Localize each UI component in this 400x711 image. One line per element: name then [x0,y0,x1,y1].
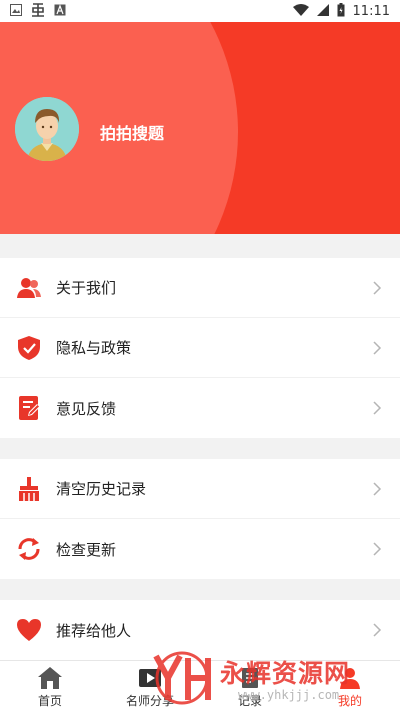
battery-icon [337,2,345,20]
text-icon [54,3,66,19]
chevron-right-icon [372,622,382,638]
watermark-logo-icon [153,651,211,705]
wifi-icon [292,3,309,19]
username: 拍拍搜题 [100,126,165,143]
broom-icon [16,476,42,502]
menu-item-about-us[interactable]: 关于我们 [0,258,400,318]
chevron-right-icon [372,481,382,497]
watermark-overlay: 永辉资源网 www.yhkjjj.com [150,650,400,708]
menu-item-label: 推荐给他人 [56,622,132,640]
notification-app-icon [30,2,46,20]
edit-note-icon [16,395,42,421]
menu-item-label: 清空历史记录 [56,481,147,498]
heart-icon [16,617,42,643]
shield-check-icon [16,335,42,361]
chevron-right-icon [372,340,382,356]
home-icon [37,666,63,690]
menu-item-feedback[interactable]: 意见反馈 [0,378,400,438]
signal-icon [316,3,329,19]
users-icon [16,275,42,301]
chevron-right-icon [372,280,382,296]
tab-label: 首页 [37,694,62,708]
menu-group-maintenance: 清空历史记录 检查更新 [0,459,400,579]
menu-item-label: 意见反馈 [56,400,117,418]
image-icon [10,3,22,19]
chevron-right-icon [372,541,382,557]
menu-item-clear-history[interactable]: 清空历史记录 [0,459,400,519]
watermark-text: 永辉资源网 [220,659,351,688]
tab-home[interactable]: 首页 [0,661,100,711]
refresh-icon [16,536,42,562]
menu-item-check-update[interactable]: 检查更新 [0,519,400,579]
menu-group-info: 关于我们 隐私与政策 意见反馈 [0,258,400,438]
status-bar: 11:11 [0,0,400,22]
menu-item-label: 关于我们 [56,280,117,297]
menu-item-privacy-policy[interactable]: 隐私与政策 [0,318,400,378]
menu-item-label: 检查更新 [56,541,117,559]
chevron-right-icon [372,400,382,416]
clock: 11:11 [352,3,390,19]
avatar[interactable] [15,97,79,161]
menu-item-label: 隐私与政策 [56,340,132,357]
watermark-url: www.yhkjjj.com [238,688,340,702]
profile-header: 拍拍搜题 [0,22,400,234]
